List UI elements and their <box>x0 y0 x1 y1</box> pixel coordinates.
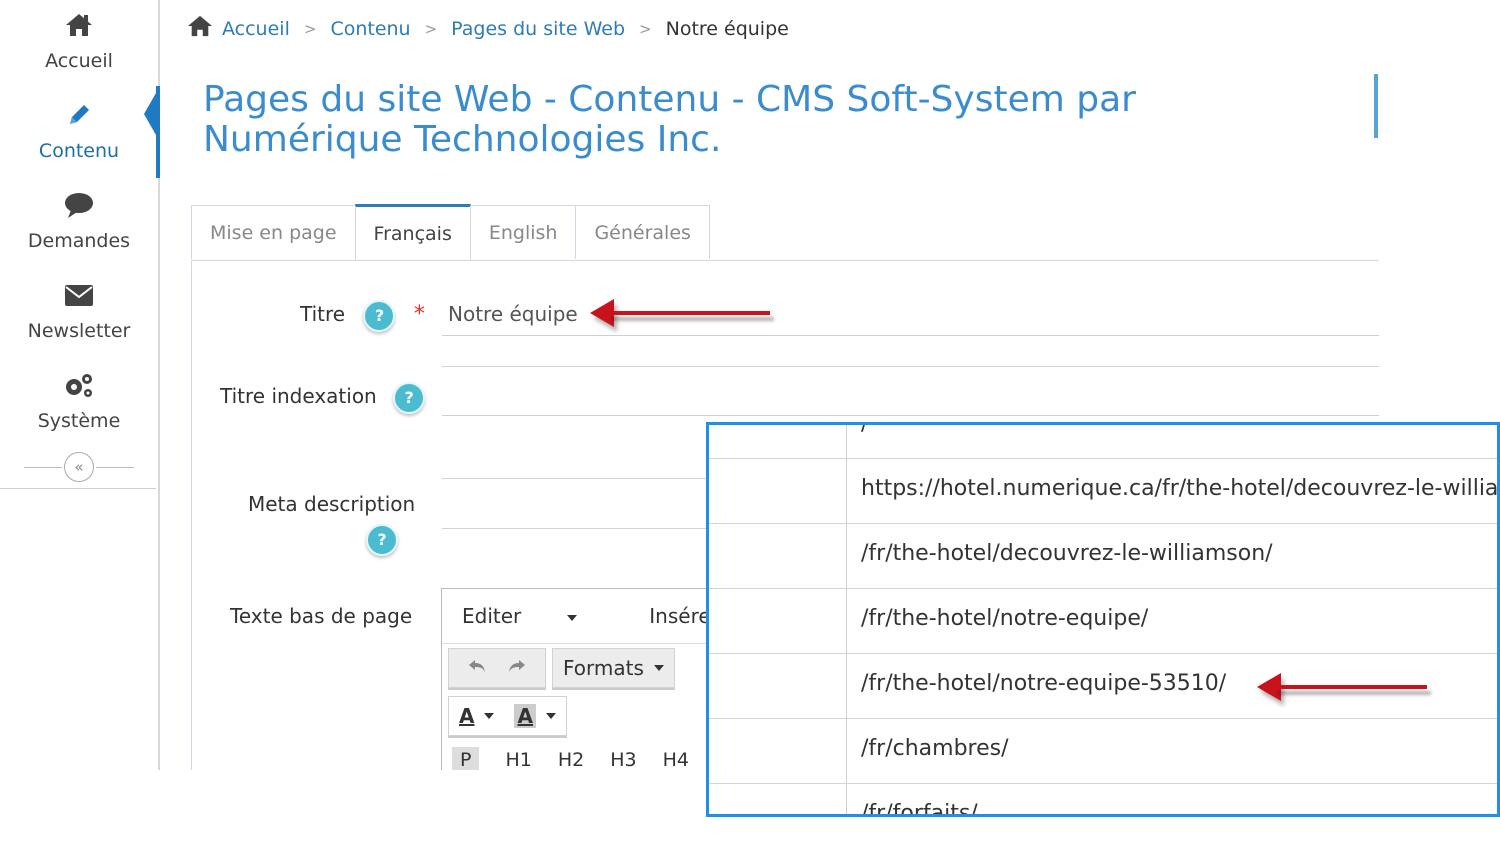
redo-icon[interactable] <box>497 656 535 680</box>
title-rule <box>1374 74 1378 138</box>
editor-toolbar: Formats <box>442 644 722 692</box>
editor-menubar: Editer Insérer <box>442 589 722 644</box>
breadcrumb-accueil[interactable]: Accueil <box>222 18 290 40</box>
tab-generales[interactable]: Générales <box>575 205 710 259</box>
sidebar-item-label: Accueil <box>45 50 113 72</box>
help-icon[interactable]: ? <box>393 382 426 414</box>
table-row[interactable]: /fr/the-hotel/decouvrez-le-williamson/ <box>709 523 1497 589</box>
table-row[interactable]: https://hotel.numerique.ca/fr/the-hotel/… <box>709 458 1500 524</box>
table-row[interactable]: /fr/chambres/ <box>709 718 1497 784</box>
sidebar-item-systeme[interactable]: Système <box>0 370 158 432</box>
rich-text-editor[interactable]: Editer Insérer Formats A A P H1 H2 H3 H4 <box>441 588 722 790</box>
url-cell: /fr/the-hotel/notre-equipe/ <box>861 606 1149 631</box>
formats-dropdown[interactable]: Formats <box>552 648 675 688</box>
required-mark: * <box>413 302 425 327</box>
page-title: Pages du site Web - Contenu - CMS Soft-S… <box>203 79 1136 160</box>
sidebar-item-label: Demandes <box>27 230 131 252</box>
red-arrow-annotation <box>590 299 770 327</box>
tab-francais[interactable]: Français <box>354 204 471 261</box>
background-color-button[interactable]: A <box>514 704 536 728</box>
meta-description-label: Meta description <box>248 492 416 516</box>
titre-label: Titre <box>300 302 346 326</box>
table-row[interactable]: /fr/the-hotel/notre-equipe/ <box>709 588 1497 654</box>
help-icon[interactable]: ? <box>366 524 398 556</box>
sidebar-item-newsletter[interactable]: Newsletter <box>0 280 158 342</box>
caret-down-icon <box>653 665 664 671</box>
titre-indexation-input[interactable] <box>442 372 1379 416</box>
heading-h4[interactable]: H4 <box>663 749 689 771</box>
url-cell: https://hotel.numerique.ca/fr/the-hotel/… <box>861 476 1500 501</box>
editor-toolbar-2: A A <box>442 692 722 740</box>
color-group: A A <box>448 696 567 736</box>
tab-bar: Mise en page Français English Générales <box>191 204 710 261</box>
pencil-icon <box>0 100 158 134</box>
table-row[interactable]: / <box>709 422 1497 459</box>
heading-h2[interactable]: H2 <box>558 749 584 771</box>
caret-down-icon[interactable] <box>484 713 495 719</box>
table-row[interactable]: /fr/forfaits/ <box>709 783 1497 817</box>
chevron-right-icon: > <box>639 19 652 38</box>
titre-indexation-label: Titre indexation <box>220 384 377 408</box>
breadcrumb: Accueil > Contenu > Pages du site Web > … <box>186 14 789 43</box>
panel-border <box>191 260 192 770</box>
heading-h3[interactable]: H3 <box>610 749 636 771</box>
tab-mise-en-page[interactable]: Mise en page <box>191 205 356 259</box>
font-color-button[interactable]: A <box>459 704 474 728</box>
url-cell: /fr/forfaits/ <box>861 801 978 817</box>
tabs-divider <box>191 260 1379 261</box>
breadcrumb-pages[interactable]: Pages du site Web <box>451 18 625 40</box>
undo-redo-group <box>448 648 546 688</box>
home-icon[interactable] <box>186 14 214 43</box>
sidebar-collapse[interactable]: « <box>24 452 136 484</box>
meta-description-input[interactable] <box>442 528 706 529</box>
home-icon <box>0 10 158 44</box>
sidebar-item-label: Système <box>37 410 121 432</box>
url-cell: /fr/the-hotel/decouvrez-le-williamson/ <box>861 541 1273 566</box>
menu-editer[interactable]: Editer <box>462 604 613 628</box>
texte-bas-label: Texte bas de page <box>230 604 413 628</box>
breadcrumb-contenu[interactable]: Contenu <box>330 18 410 40</box>
sidebar-item-label: Contenu <box>38 140 120 162</box>
sidebar-item-label: Newsletter <box>27 320 131 342</box>
titre-label-group: Titre ? * <box>300 300 425 332</box>
titre-indexation-label-group: Titre indexation ? <box>220 382 426 414</box>
sidebar-item-contenu[interactable]: Contenu <box>0 100 158 162</box>
active-indicator-bar <box>156 86 160 178</box>
speech-bubble-icon <box>0 190 158 224</box>
url-cell: /fr/the-hotel/notre-equipe-53510/ <box>861 671 1227 696</box>
chevron-right-icon: > <box>303 19 317 38</box>
help-icon[interactable]: ? <box>363 300 396 332</box>
sidebar-divider <box>0 488 156 489</box>
gears-icon <box>0 370 158 404</box>
collapse-icon[interactable]: « <box>64 452 94 482</box>
red-arrow-annotation <box>1257 673 1427 701</box>
envelope-icon <box>0 280 158 314</box>
sidebar: Accueil Contenu Demandes Newsletter Syst… <box>0 0 160 770</box>
caret-down-icon[interactable] <box>545 713 556 719</box>
breadcrumb-current: Notre équipe <box>665 17 789 40</box>
titre-input[interactable] <box>442 292 1379 336</box>
caret-down-icon <box>567 614 578 621</box>
sidebar-item-accueil[interactable]: Accueil <box>0 10 158 72</box>
url-cell: / <box>861 422 869 436</box>
undo-icon[interactable] <box>459 656 497 680</box>
sidebar-item-demandes[interactable]: Demandes <box>0 190 158 252</box>
tab-english[interactable]: English <box>469 205 577 259</box>
chevron-right-icon: > <box>424 19 438 38</box>
heading-h1[interactable]: H1 <box>505 749 531 771</box>
url-list-zoom-overlay: / https://hotel.numerique.ca/fr/the-hote… <box>706 422 1500 817</box>
url-cell: /fr/chambres/ <box>861 736 1009 761</box>
